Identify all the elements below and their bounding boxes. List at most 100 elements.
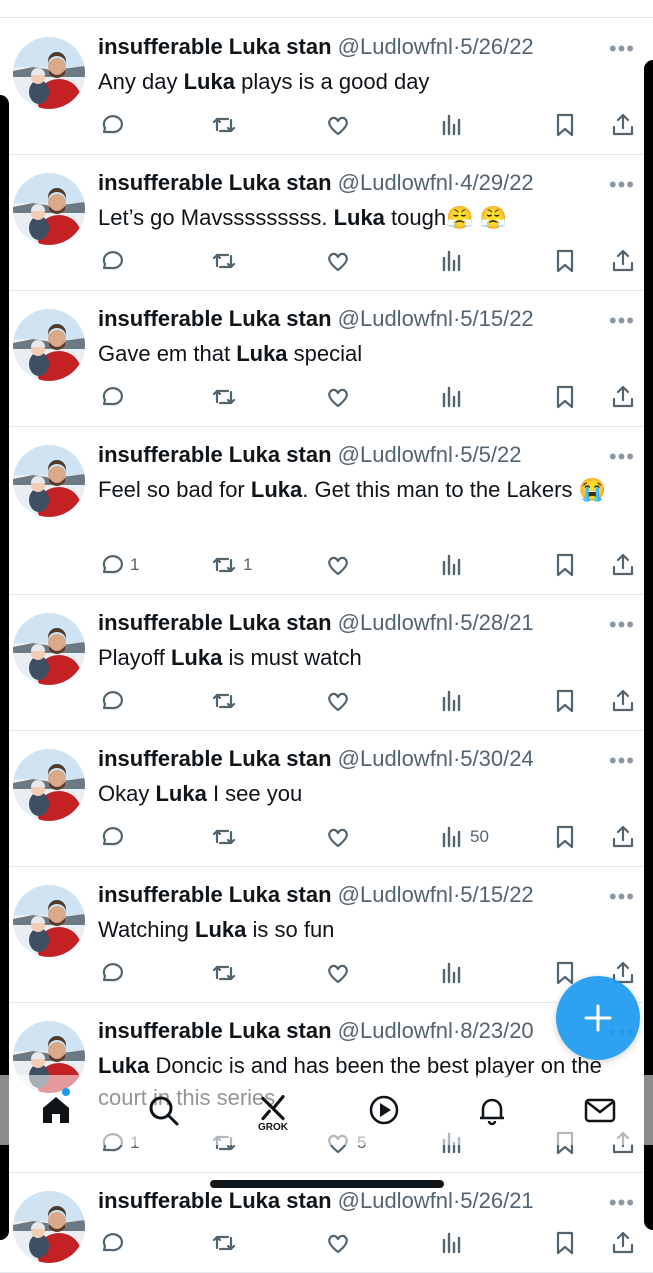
user-handle[interactable]: @Ludlowfnl: [338, 306, 453, 331]
share-button[interactable]: [610, 1228, 636, 1258]
display-name[interactable]: insufferable Luka stan: [98, 306, 332, 331]
more-icon[interactable]: •••: [609, 750, 635, 772]
retweet-button[interactable]: 1: [211, 550, 252, 580]
retweet-button[interactable]: [211, 958, 243, 988]
views-button[interactable]: [438, 382, 470, 412]
nav-grok[interactable]: GROK: [253, 1093, 293, 1133]
nav-video[interactable]: [364, 1093, 404, 1133]
retweet-button[interactable]: [211, 686, 243, 716]
display-name[interactable]: insufferable Luka stan: [98, 442, 332, 467]
bookmark-button[interactable]: [552, 550, 578, 580]
tweet-date[interactable]: 8/23/20: [460, 1018, 533, 1043]
user-handle[interactable]: @Ludlowfnl: [338, 610, 453, 635]
nav-search[interactable]: [143, 1093, 183, 1133]
like-button[interactable]: [325, 382, 357, 412]
retweet-button[interactable]: [211, 1228, 243, 1258]
tweet-date[interactable]: 5/15/22: [460, 306, 533, 331]
retweet-button[interactable]: [211, 822, 243, 852]
nav-messages[interactable]: [580, 1093, 620, 1133]
tweet-date[interactable]: 5/28/21: [460, 610, 533, 635]
views-button[interactable]: 50: [438, 822, 489, 852]
share-button[interactable]: [610, 550, 636, 580]
reply-button[interactable]: [98, 686, 130, 716]
nav-notifications[interactable]: [472, 1093, 512, 1133]
avatar[interactable]: [13, 445, 85, 517]
retweet-button[interactable]: [211, 382, 243, 412]
like-button[interactable]: [325, 822, 357, 852]
bookmark-button[interactable]: [552, 686, 578, 716]
display-name[interactable]: insufferable Luka stan: [98, 170, 332, 195]
bookmark-button[interactable]: [552, 110, 578, 140]
tweet-date[interactable]: 5/26/21: [460, 1188, 533, 1213]
tweet[interactable]: insufferable Luka stan @Ludlowfnl·5/15/2…: [0, 866, 653, 1003]
tweet-date[interactable]: 5/26/22: [460, 34, 533, 59]
tweet-date[interactable]: 5/15/22: [460, 882, 533, 907]
user-handle[interactable]: @Ludlowfnl: [338, 746, 453, 771]
more-icon[interactable]: •••: [609, 1192, 635, 1214]
reply-button[interactable]: 1: [98, 550, 139, 580]
like-button[interactable]: [325, 958, 357, 988]
display-name[interactable]: insufferable Luka stan: [98, 746, 332, 771]
more-icon[interactable]: •••: [609, 38, 635, 60]
more-icon[interactable]: •••: [609, 446, 635, 468]
like-button[interactable]: [325, 110, 357, 140]
nav-home[interactable]: [36, 1093, 76, 1133]
display-name[interactable]: insufferable Luka stan: [98, 610, 332, 635]
avatar[interactable]: [13, 885, 85, 957]
views-button[interactable]: [438, 550, 470, 580]
views-button[interactable]: [438, 246, 470, 276]
more-icon[interactable]: •••: [609, 174, 635, 196]
tweet[interactable]: insufferable Luka stan @Ludlowfnl·5/26/2…: [0, 18, 653, 155]
bookmark-button[interactable]: [552, 1228, 578, 1258]
tweet[interactable]: insufferable Luka stan @Ludlowfnl·4/29/2…: [0, 154, 653, 291]
reply-button[interactable]: [98, 110, 130, 140]
avatar[interactable]: [13, 37, 85, 109]
tweet-date[interactable]: 5/5/22: [460, 442, 521, 467]
reply-button[interactable]: [98, 382, 130, 412]
avatar[interactable]: [13, 749, 85, 821]
user-handle[interactable]: @Ludlowfnl: [338, 1188, 453, 1213]
retweet-button[interactable]: [211, 246, 243, 276]
like-button[interactable]: [325, 246, 357, 276]
user-handle[interactable]: @Ludlowfnl: [338, 442, 453, 467]
bookmark-button[interactable]: [552, 822, 578, 852]
compose-button[interactable]: [556, 976, 640, 1060]
tweet[interactable]: insufferable Luka stan @Ludlowfnl·5/28/2…: [0, 594, 653, 731]
share-button[interactable]: [610, 246, 636, 276]
display-name[interactable]: insufferable Luka stan: [98, 1018, 332, 1043]
tweet[interactable]: insufferable Luka stan @Ludlowfnl·5/15/2…: [0, 290, 653, 427]
share-button[interactable]: [610, 110, 636, 140]
bookmark-button[interactable]: [552, 382, 578, 412]
share-button[interactable]: [610, 382, 636, 412]
reply-button[interactable]: [98, 246, 130, 276]
user-handle[interactable]: @Ludlowfnl: [338, 1018, 453, 1043]
home-indicator[interactable]: [210, 1180, 444, 1188]
retweet-button[interactable]: [211, 110, 243, 140]
more-icon[interactable]: •••: [609, 886, 635, 908]
avatar[interactable]: [13, 309, 85, 381]
tweet-date[interactable]: 4/29/22: [460, 170, 533, 195]
user-handle[interactable]: @Ludlowfnl: [338, 882, 453, 907]
views-button[interactable]: [438, 686, 470, 716]
views-button[interactable]: [438, 110, 470, 140]
like-button[interactable]: [325, 686, 357, 716]
share-button[interactable]: [610, 822, 636, 852]
reply-button[interactable]: [98, 958, 130, 988]
reply-button[interactable]: [98, 1228, 130, 1258]
tweet[interactable]: insufferable Luka stan @Ludlowfnl·5/30/2…: [0, 730, 653, 867]
tweet-date[interactable]: 5/30/24: [460, 746, 533, 771]
avatar[interactable]: [13, 1191, 85, 1263]
user-handle[interactable]: @Ludlowfnl: [338, 170, 453, 195]
share-button[interactable]: [610, 686, 636, 716]
user-handle[interactable]: @Ludlowfnl: [338, 34, 453, 59]
reply-button[interactable]: [98, 822, 130, 852]
display-name[interactable]: insufferable Luka stan: [98, 882, 332, 907]
bookmark-button[interactable]: [552, 246, 578, 276]
more-icon[interactable]: •••: [609, 614, 635, 636]
display-name[interactable]: insufferable Luka stan: [98, 34, 332, 59]
display-name[interactable]: insufferable Luka stan: [98, 1188, 332, 1213]
views-button[interactable]: [438, 1228, 470, 1258]
tweet[interactable]: insufferable Luka stan @Ludlowfnl·5/5/22…: [0, 426, 653, 595]
avatar[interactable]: [13, 613, 85, 685]
more-icon[interactable]: •••: [609, 310, 635, 332]
